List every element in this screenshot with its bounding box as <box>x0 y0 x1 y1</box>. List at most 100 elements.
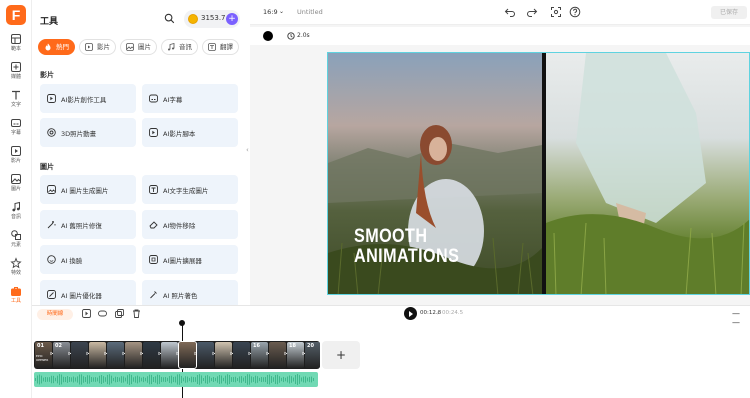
tool-card-image-enhancer[interactable]: AI 圖片優化器 <box>40 280 136 305</box>
waveform-bar <box>161 376 162 383</box>
waveform-bar <box>223 377 224 382</box>
waveform-bar <box>49 377 50 382</box>
app-logo[interactable]: F <box>6 5 26 25</box>
project-title[interactable]: Untitled <box>297 8 323 16</box>
preview-scene-right <box>546 53 749 294</box>
waveform-bar <box>219 375 220 384</box>
video-track[interactable]: 01EPIC OPENER⋈02⋈⋈⋈⋈⋈⋈⋈⋈⋈⋈⋈16⋈⋈18⋈20 <box>34 341 320 369</box>
tab-video[interactable]: 影片 <box>79 39 116 55</box>
subtitle-icon <box>11 119 21 127</box>
waveform-bar <box>187 376 188 383</box>
waveform-bar <box>261 376 262 383</box>
preview-canvas[interactable]: SMOOTH ANIMATIONS <box>327 52 750 295</box>
add-clip-button[interactable]: + <box>322 341 360 369</box>
timeline-clip[interactable]: 20 <box>305 342 320 368</box>
subtitle-icon <box>149 94 158 103</box>
waveform-bar <box>229 375 230 384</box>
tool-card-ai-video-creator[interactable]: AI影片創作工具 <box>40 84 136 113</box>
total-time: 00:24.5 <box>442 310 464 316</box>
video-icon <box>85 43 93 51</box>
screenshot-icon[interactable] <box>550 6 562 18</box>
rail-label: 文字 <box>10 102 21 108</box>
add-credits-button[interactable]: + <box>226 13 238 25</box>
timeline-panel: 時間線 00:12.8 / 00:24.5 — — 01EPIC OPENER⋈… <box>32 305 750 398</box>
waveform-bar <box>35 378 36 381</box>
background-color-swatch[interactable] <box>263 31 273 41</box>
waveform-bar <box>185 376 186 383</box>
aspect-ratio-select[interactable]: 16:9 <box>263 8 278 16</box>
rail-item-effects[interactable]: 特效 <box>0 257 32 283</box>
tool-card-face-swap[interactable]: AI 換臉 <box>40 245 136 274</box>
canvas-title-text[interactable]: SMOOTH ANIMATIONS <box>354 227 459 267</box>
credits-badge[interactable]: 3153.7 + <box>184 10 240 28</box>
tool-card-image-to-image[interactable]: AI 圖片生成圖片 <box>40 175 136 204</box>
left-rail: F 範本 媒體 文字 字幕 影片 圖片 音訊 元素 特效 工具 <box>0 0 32 398</box>
tool-card-photo-colorize[interactable]: AI 照片著色 <box>142 280 238 305</box>
waveform-bar <box>221 375 222 384</box>
rail-item-audio[interactable]: 音訊 <box>0 201 32 227</box>
rail-item-template[interactable]: 範本 <box>0 33 32 59</box>
rail-item-tools[interactable]: 工具 <box>0 285 32 311</box>
tool-card-3d-photo-animation[interactable]: 3D照片動畫 <box>40 118 136 147</box>
rail-item-media[interactable]: 媒體 <box>0 61 32 87</box>
tab-hot[interactable]: 熱門 <box>38 39 75 55</box>
duplicate-icon[interactable] <box>115 309 124 318</box>
help-icon[interactable] <box>569 6 581 18</box>
play-button[interactable] <box>404 307 417 320</box>
waveform-bar <box>279 376 280 383</box>
waveform-bar <box>77 376 78 383</box>
waveform-bar <box>151 374 152 385</box>
waveform-bar <box>305 376 306 383</box>
waveform-bar <box>275 375 276 384</box>
waveform-bar <box>71 377 72 382</box>
rail-item-image[interactable]: 圖片 <box>0 173 32 199</box>
rail-item-video[interactable]: 影片 <box>0 145 32 171</box>
waveform-bar <box>299 375 300 384</box>
rail-item-text[interactable]: 文字 <box>0 89 32 115</box>
tool-card-ai-script[interactable]: AI影片腳本 <box>142 118 238 147</box>
waveform-bar <box>163 377 164 382</box>
chevron-down-icon[interactable]: ⌄ <box>279 8 284 15</box>
waveform-bar <box>101 375 102 384</box>
waveform-bar <box>57 375 58 384</box>
waveform-bar <box>157 374 158 385</box>
section-image-heading: 圖片 <box>40 163 54 171</box>
rail-item-elements[interactable]: 元素 <box>0 229 32 255</box>
tool-card-text-to-image[interactable]: AI文字生成圖片 <box>142 175 238 204</box>
redo-icon[interactable] <box>526 6 538 18</box>
clip-duration[interactable]: 2.0s <box>297 32 310 39</box>
credits-count: 3153.7 <box>201 14 226 22</box>
waveform-bar <box>211 377 212 382</box>
coin-icon <box>188 14 198 24</box>
audio-track[interactable] <box>34 372 318 387</box>
scene-right-art <box>546 53 749 294</box>
tool-card-old-photo-restore[interactable]: AI 舊照片修復 <box>40 210 136 239</box>
waveform-bar <box>271 376 272 383</box>
waveform-bar <box>289 375 290 384</box>
tool-card-ai-subtitle[interactable]: AI字幕 <box>142 84 238 113</box>
tab-translate[interactable]: 翻譯 <box>202 39 239 55</box>
rail-item-subtitle[interactable]: 字幕 <box>0 117 32 143</box>
waveform-bar <box>79 374 80 385</box>
waveform-bar <box>115 376 116 383</box>
zoom-control[interactable]: — — <box>732 309 750 327</box>
tab-audio[interactable]: 音訊 <box>161 39 198 55</box>
tool-card-image-expander[interactable]: AI圖片擴展器 <box>142 245 238 274</box>
saved-status-button[interactable]: 已保存 <box>711 6 747 19</box>
split-icon[interactable] <box>98 309 107 318</box>
expand-icon <box>149 255 158 264</box>
tool-card-object-remover[interactable]: AI物件移除 <box>142 210 238 239</box>
waveform-bar <box>129 374 130 385</box>
waveform-bar <box>203 377 204 382</box>
tab-image[interactable]: 圖片 <box>120 39 157 55</box>
script-icon <box>149 128 158 137</box>
timeline-mode-button[interactable]: 時間線 <box>37 309 73 320</box>
waveform-bar <box>253 377 254 382</box>
search-icon[interactable] <box>164 13 175 24</box>
canvas-title-line2: ANIMATIONS <box>354 246 460 267</box>
add-media-icon[interactable] <box>82 309 91 318</box>
delete-icon[interactable] <box>132 309 141 318</box>
waveform-bar <box>111 375 112 384</box>
undo-icon[interactable] <box>504 6 516 18</box>
tool-label: AI 照片著色 <box>163 292 198 300</box>
